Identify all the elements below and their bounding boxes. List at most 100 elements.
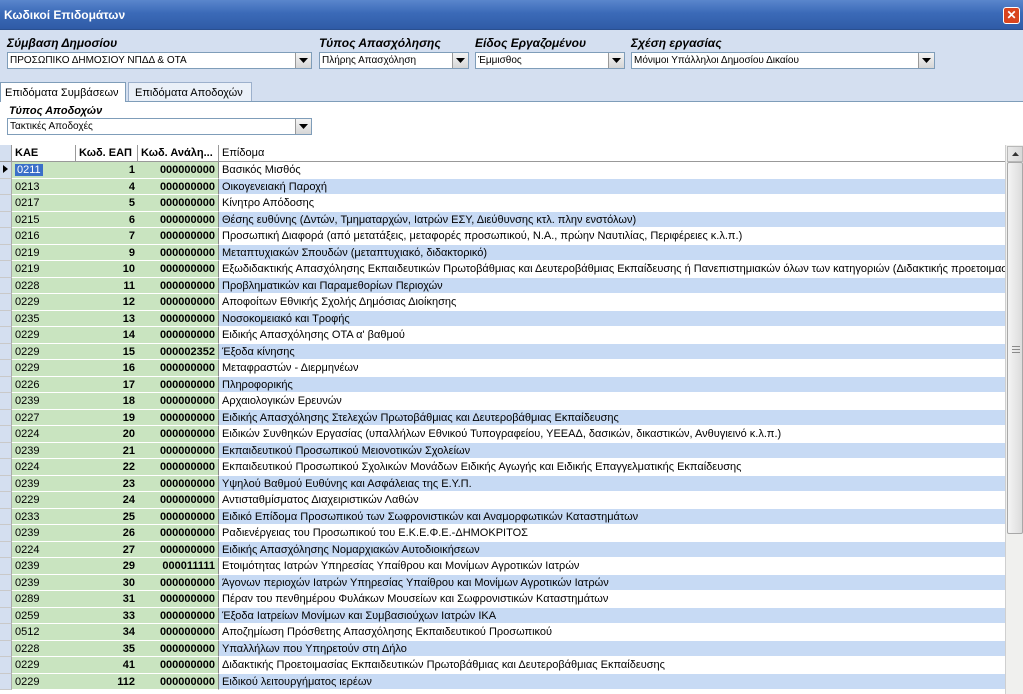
cell-kae[interactable]: 0239: [12, 442, 76, 459]
cell-allowance[interactable]: Ειδικής Απασχόλησης Νομαρχιακών Αυτοδιοι…: [219, 541, 1005, 558]
cell-allowance[interactable]: Βασικός Μισθός: [219, 162, 1005, 179]
row-indicator[interactable]: [0, 376, 12, 393]
cell-analysis[interactable]: 000000000: [138, 376, 219, 393]
table-row[interactable]: 0229 16 000000000 Μεταφραστών - Διερμηνέων: [0, 360, 1005, 377]
cell-kae[interactable]: 0289: [12, 591, 76, 608]
cell-analysis[interactable]: 000000000: [138, 426, 219, 443]
cell-allowance[interactable]: Αρχαιολογικών Ερευνών: [219, 393, 1005, 410]
cell-allowance[interactable]: Εκπαιδευτικού Προσωπικού Μειονοτικών Σχο…: [219, 442, 1005, 459]
payment-type-select[interactable]: Τακτικές Αποδοχές: [7, 118, 312, 135]
column-header-kae[interactable]: ΚΑΕ: [12, 145, 76, 161]
cell-kae[interactable]: 0226: [12, 376, 76, 393]
chevron-down-icon[interactable]: [608, 53, 624, 68]
cell-eap[interactable]: 34: [76, 624, 138, 641]
cell-kae[interactable]: 0228: [12, 277, 76, 294]
cell-allowance[interactable]: Έξοδα κίνησης: [219, 343, 1005, 360]
cell-analysis[interactable]: 000000000: [138, 162, 219, 179]
table-row[interactable]: 0229 14 000000000 Ειδικής Απασχόλησης ΟΤΑ α…: [0, 327, 1005, 344]
column-header-eap[interactable]: Κωδ. ΕΑΠ: [76, 145, 138, 161]
cell-analysis[interactable]: 000000000: [138, 525, 219, 542]
cell-analysis[interactable]: 000000000: [138, 492, 219, 509]
scroll-up-icon[interactable]: [1007, 146, 1023, 162]
cell-allowance[interactable]: Προβληματικών και Παραμεθορίων Περιοχών: [219, 277, 1005, 294]
cell-allowance[interactable]: Αποζημίωση Πρόσθετης Απασχόλησης Εκπαιδε…: [219, 624, 1005, 641]
chevron-down-icon[interactable]: [452, 53, 468, 68]
cell-allowance[interactable]: Ειδικής Απασχόλησης Στελεχών Πρωτοβάθμια…: [219, 409, 1005, 426]
cell-eap[interactable]: 41: [76, 657, 138, 674]
employment-select[interactable]: Πλήρης Απασχόληση: [319, 52, 469, 69]
table-row[interactable]: 0239 23 000000000 Υψηλού Βαθμού Ευθύνης και…: [0, 475, 1005, 492]
row-indicator[interactable]: [0, 360, 12, 377]
table-row[interactable]: 0239 30 000000000 Άγονων περιοχών Ιατρών Υπ…: [0, 574, 1005, 591]
cell-analysis[interactable]: 000000000: [138, 475, 219, 492]
table-row[interactable]: 0229 15 000002352 Έξοδα κίνησης: [0, 343, 1005, 360]
cell-eap[interactable]: 26: [76, 525, 138, 542]
cell-eap[interactable]: 10: [76, 261, 138, 278]
table-row[interactable]: 0211 1 000000000 Βασικός Μισθός: [0, 162, 1005, 179]
table-row[interactable]: 0228 35 000000000 Υπαλλήλων που Υπηρετούν σ…: [0, 640, 1005, 657]
cell-analysis[interactable]: 000000000: [138, 360, 219, 377]
cell-kae[interactable]: 0219: [12, 244, 76, 261]
cell-analysis[interactable]: 000000000: [138, 244, 219, 261]
contract-select[interactable]: ΠΡΟΣΩΠΙΚΟ ΔΗΜΟΣΙΟΥ ΝΠΔΔ & ΟΤΑ: [7, 52, 312, 69]
row-indicator[interactable]: [0, 475, 12, 492]
cell-allowance[interactable]: Ειδικής Απασχόλησης ΟΤΑ α' βαθμού: [219, 327, 1005, 344]
cell-kae[interactable]: 0239: [12, 475, 76, 492]
cell-analysis[interactable]: 000000000: [138, 574, 219, 591]
cell-analysis[interactable]: 000000000: [138, 591, 219, 608]
cell-eap[interactable]: 35: [76, 640, 138, 657]
cell-eap[interactable]: 33: [76, 607, 138, 624]
table-row[interactable]: 0215 6 000000000 Θέσης ευθύνης (Δντών, Τμημ…: [0, 211, 1005, 228]
cell-eap[interactable]: 18: [76, 393, 138, 410]
cell-analysis[interactable]: 000011111: [138, 558, 219, 575]
row-indicator[interactable]: [0, 409, 12, 426]
table-row[interactable]: 0239 29 000011111 Ετοιμότητας Ιατρών Υπηρεσ…: [0, 558, 1005, 575]
cell-analysis[interactable]: 000000000: [138, 261, 219, 278]
cell-kae[interactable]: 0229: [12, 294, 76, 311]
cell-analysis[interactable]: 000000000: [138, 327, 219, 344]
cell-kae[interactable]: 0229: [12, 327, 76, 344]
cell-eap[interactable]: 29: [76, 558, 138, 575]
cell-kae[interactable]: 0215: [12, 211, 76, 228]
cell-allowance[interactable]: Νοσοκομειακό και Τροφής: [219, 310, 1005, 327]
cell-kae[interactable]: 0259: [12, 607, 76, 624]
row-indicator[interactable]: [0, 211, 12, 228]
table-row[interactable]: 0227 19 000000000 Ειδικής Απασχόλησης Στελε…: [0, 409, 1005, 426]
cell-analysis[interactable]: 000000000: [138, 624, 219, 641]
cell-analysis[interactable]: 000000000: [138, 673, 219, 690]
table-row[interactable]: 0224 20 000000000 Ειδικών Συνθηκών Εργασίας…: [0, 426, 1005, 443]
cell-eap[interactable]: 9: [76, 244, 138, 261]
cell-eap[interactable]: 27: [76, 541, 138, 558]
cell-kae[interactable]: 0224: [12, 541, 76, 558]
cell-eap[interactable]: 25: [76, 508, 138, 525]
cell-eap[interactable]: 30: [76, 574, 138, 591]
row-indicator[interactable]: [0, 558, 12, 575]
row-indicator[interactable]: [0, 228, 12, 245]
cell-allowance[interactable]: Μεταπτυχιακών Σπουδών (μεταπτυχιακό, διδ…: [219, 244, 1005, 261]
table-row[interactable]: 0219 10 000000000 Εξωδιδακτικής Απασχόλησης…: [0, 261, 1005, 278]
cell-kae[interactable]: 0224: [12, 426, 76, 443]
table-row[interactable]: 0229 41 000000000 Διδακτικής Προετοιμασίας …: [0, 657, 1005, 674]
cell-analysis[interactable]: 000000000: [138, 195, 219, 212]
cell-allowance[interactable]: Αντισταθμίσματος Διαχειριστικών Λαθών: [219, 492, 1005, 509]
cell-allowance[interactable]: Θέσης ευθύνης (Δντών, Τμηματαρχών, Ιατρώ…: [219, 211, 1005, 228]
cell-allowance[interactable]: Αποφοίτων Εθνικής Σχολής Δημόσιας Διοίκη…: [219, 294, 1005, 311]
cell-allowance[interactable]: Άγονων περιοχών Ιατρών Υπηρεσίας Υπαίθρο…: [219, 574, 1005, 591]
row-indicator[interactable]: [0, 657, 12, 674]
cell-eap[interactable]: 13: [76, 310, 138, 327]
row-indicator[interactable]: [0, 327, 12, 344]
cell-analysis[interactable]: 000000000: [138, 409, 219, 426]
row-indicator[interactable]: [0, 574, 12, 591]
cell-kae[interactable]: 0213: [12, 178, 76, 195]
cell-allowance[interactable]: Διδακτικής Προετοιμασίας Εκπαιδευτικών Π…: [219, 657, 1005, 674]
column-header-analysis[interactable]: Κωδ. Ανάλη...: [138, 145, 219, 161]
cell-allowance[interactable]: Προσωπική Διαφορά (από μετατάξεις, μεταφ…: [219, 228, 1005, 245]
row-indicator[interactable]: [0, 442, 12, 459]
row-indicator[interactable]: [0, 261, 12, 278]
row-indicator[interactable]: [0, 178, 12, 195]
cell-analysis[interactable]: 000000000: [138, 508, 219, 525]
table-row[interactable]: 0239 26 000000000 Ραδιενέργειας του Προσωπι…: [0, 525, 1005, 542]
row-indicator[interactable]: [0, 624, 12, 641]
cell-eap[interactable]: 22: [76, 459, 138, 476]
cell-analysis[interactable]: 000000000: [138, 657, 219, 674]
